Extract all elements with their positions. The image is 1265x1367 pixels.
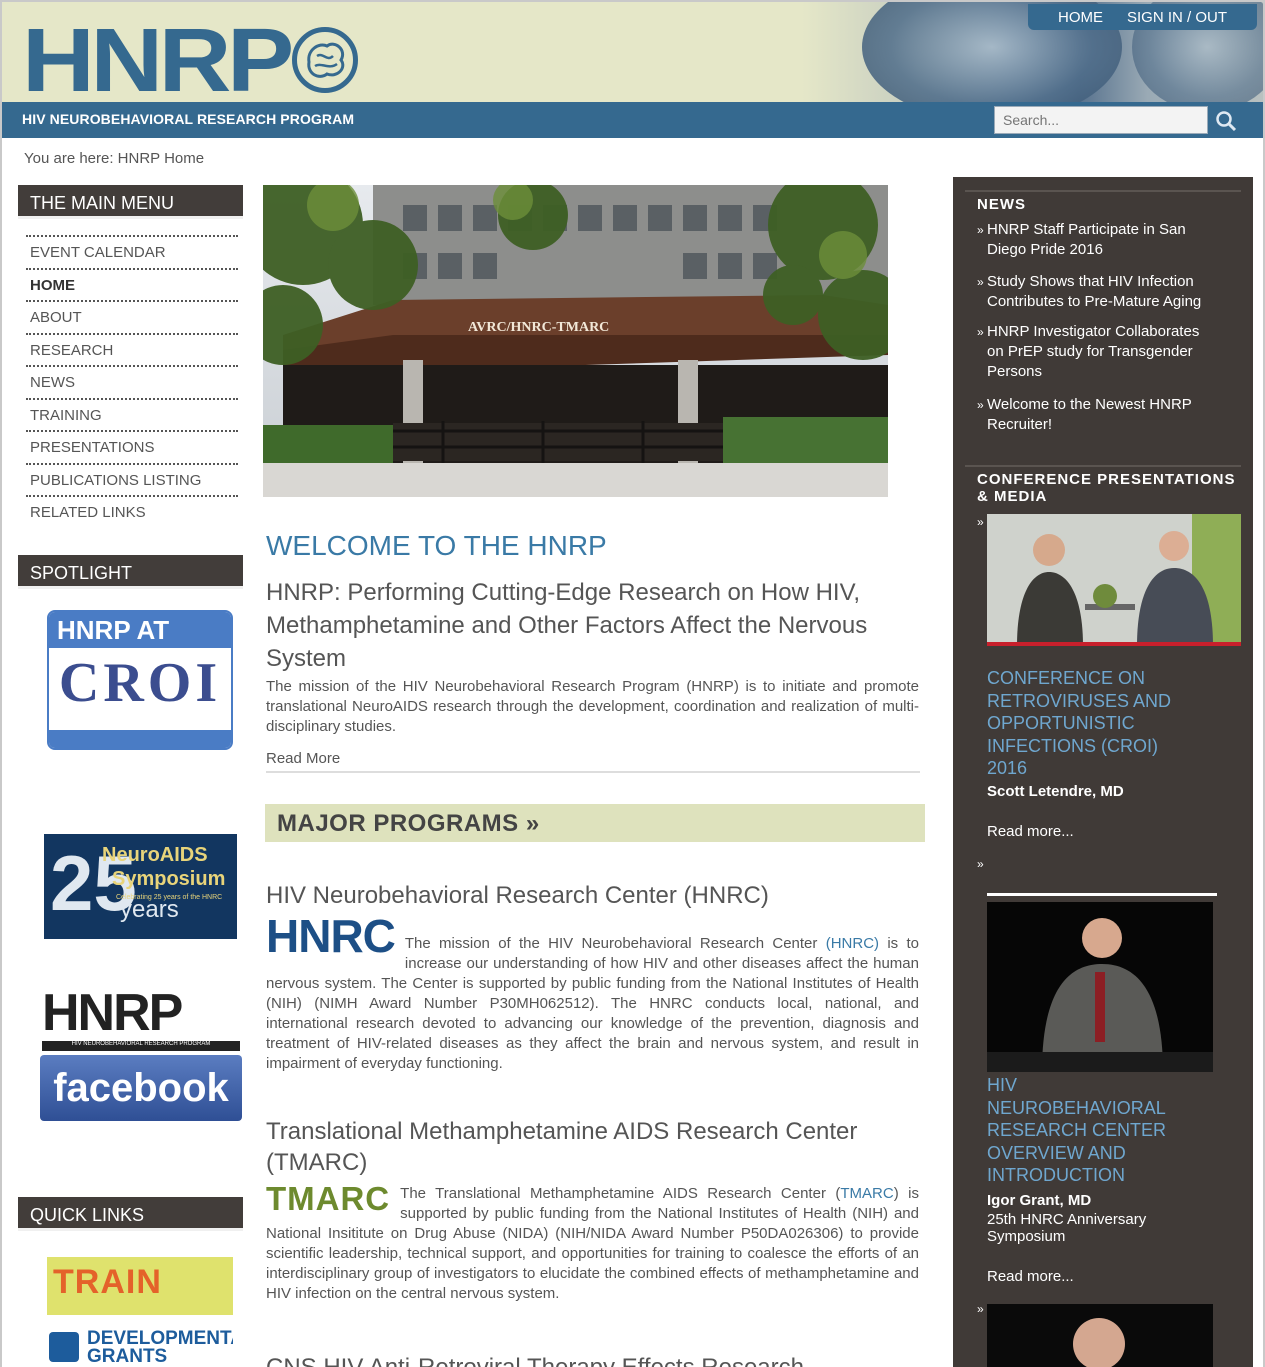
croi-banner-logo: CROI xyxy=(58,652,222,714)
news-item-label[interactable]: Study Shows that HIV Infection Contribut… xyxy=(977,272,1207,312)
cns-section-title[interactable]: CNS HIV Anti-Retroviral Therapy Effects … xyxy=(266,1352,916,1367)
tmarc-section-title[interactable]: Translational Methamphetamine AIDS Resea… xyxy=(266,1116,916,1178)
facebook-logo: facebook xyxy=(40,1055,242,1121)
conference-video-thumbnail[interactable] xyxy=(987,1304,1213,1367)
conference-read-more[interactable]: Read more... xyxy=(987,823,1074,840)
nav-sign-in-out-link[interactable]: SIGN IN / OUT xyxy=(1127,9,1227,26)
menu-item-publications-listing[interactable]: PUBLICATIONS LISTING xyxy=(26,462,238,496)
conference-item-marker: » xyxy=(977,857,984,871)
news-item-label[interactable]: HNRP Staff Participate in San Diego Prid… xyxy=(977,220,1207,260)
news-item-label[interactable]: Welcome to the Newest HNRP Recruiter! xyxy=(977,395,1207,435)
conference-item-marker: » xyxy=(977,515,984,529)
tmarc-text-intro: The Translational Methamphetamine AIDS R… xyxy=(400,1185,841,1202)
mission-statement: The mission of the HIV Neurobehavioral R… xyxy=(266,678,919,735)
news-item[interactable]: » Welcome to the Newest HNRP Recruiter! xyxy=(977,395,1207,435)
conference-item-speaker: Scott Letendre, MD xyxy=(987,783,1124,800)
croi-banner-heading: HNRP AT xyxy=(49,612,231,648)
developmental-grants-quick-link[interactable]: DEVELOPMENTAL GRANTS xyxy=(47,1330,233,1367)
conference-read-more[interactable]: Read more... xyxy=(987,1268,1074,1285)
conference-title: CONFERENCE PRESENTATIONS & MEDIA xyxy=(977,471,1236,505)
read-more-label[interactable]: Read More xyxy=(266,750,340,767)
hnrc-logo[interactable]: HNRC xyxy=(266,913,396,959)
quick-links-title: QUICK LINKS xyxy=(18,1197,243,1231)
main-menu-title: THE MAIN MENU xyxy=(18,185,243,219)
developmental-grants-label: DEVELOPMENTAL GRANTS xyxy=(87,1330,233,1367)
read-more-link: Read More xyxy=(266,750,920,773)
tmarc-logo[interactable]: TMARC xyxy=(266,1182,390,1218)
neuro-title-line2: Symposium xyxy=(112,868,226,890)
breadcrumb: You are here: HNRP Home xyxy=(24,150,205,167)
fb-banner-tagline: HIV NEUROBEHAVIORAL RESEARCH PROGRAM xyxy=(42,1041,240,1051)
grants-icon xyxy=(49,1332,79,1362)
train-quick-link[interactable]: TRAIN xyxy=(47,1257,233,1315)
search-icon[interactable] xyxy=(1215,110,1237,132)
nav-home-link[interactable]: HOME xyxy=(1058,9,1103,26)
news-item-label[interactable]: HNRP Investigator Collaborates on PrEP s… xyxy=(977,322,1207,382)
search-input[interactable] xyxy=(994,106,1208,134)
news-item[interactable]: » HNRP Staff Participate in San Diego Pri… xyxy=(977,220,1207,260)
main-menu: EVENT CALENDAR HOME ABOUT RESEARCH NEWS … xyxy=(26,235,238,528)
menu-item-training[interactable]: TRAINING xyxy=(26,397,238,431)
conference-item-speaker: Igor Grant, MD xyxy=(987,1192,1092,1209)
hnrc-section-title[interactable]: HIV Neurobehavioral Research Center (HNR… xyxy=(266,880,916,911)
site-header: HNRP HOME SIGN IN / OUT xyxy=(2,2,1263,102)
page-subheading: HNRP: Performing Cutting-Edge Research o… xyxy=(266,579,868,672)
conference-item-title[interactable]: HIV NEUROBEHAVIORAL RESEARCH CENTER OVER… xyxy=(987,1074,1187,1187)
menu-item-presentations[interactable]: PRESENTATIONS xyxy=(26,430,238,463)
top-navigation: HOME SIGN IN / OUT xyxy=(1027,4,1257,30)
conference-item-marker: » xyxy=(977,1302,984,1316)
conference-video-thumbnail[interactable] xyxy=(987,514,1241,646)
tmarc-link[interactable]: TMARC xyxy=(840,1185,893,1202)
welcome-heading: WELCOME TO THE HNRP xyxy=(266,530,607,561)
conference-item-note: 25th HNRC Anniversary Symposium xyxy=(987,1211,1147,1245)
news-item[interactable]: » HNRP Investigator Collaborates on PrEP … xyxy=(977,322,1207,382)
hnrc-text-intro: The mission of the HIV Neurobehavioral R… xyxy=(404,935,826,952)
site-tagline: HIV NEUROBEHAVIORAL RESEARCH PROGRAM xyxy=(22,111,355,127)
menu-item-event-calendar[interactable]: EVENT CALENDAR xyxy=(26,235,238,268)
site-logo[interactable]: HNRP xyxy=(22,16,294,102)
menu-item-related-links[interactable]: RELATED LINKS xyxy=(26,495,238,528)
hnrc-overview-video-thumbnail[interactable] xyxy=(987,902,1213,1072)
fb-banner-logo: HNRP xyxy=(42,984,183,1042)
hnrp-at-croi-banner[interactable]: HNRP AT CROI xyxy=(47,610,233,750)
menu-item-research[interactable]: RESEARCH xyxy=(26,332,238,366)
item-divider xyxy=(987,893,1217,896)
hero-sign-text: AVRC/HNRC-TMARC xyxy=(468,320,609,335)
brain-logo-icon xyxy=(292,27,358,93)
tagline-bar: HIV NEUROBEHAVIORAL RESEARCH PROGRAM xyxy=(2,102,1263,138)
neuroaids-symposium-banner[interactable]: 25 NeuroAIDS Symposium Celebrating 25 ye… xyxy=(44,834,237,939)
spotlight-title: SPOTLIGHT xyxy=(18,555,243,589)
conference-item-title[interactable]: CONFERENCE ON RETROVIRUSES AND OPPORTUNI… xyxy=(987,667,1187,780)
menu-item-about[interactable]: ABOUT xyxy=(26,300,238,333)
left-sidebar: THE MAIN MENU EVENT CALENDAR HOME ABOUT … xyxy=(18,185,243,528)
right-sidebar: NEWS » HNRP Staff Participate in San Dieg… xyxy=(953,177,1253,1367)
menu-item-news[interactable]: NEWS xyxy=(26,365,238,398)
hnrc-link[interactable]: (HNRC) xyxy=(826,935,879,952)
hnrc-section: HNRC The mission of the HIV Neurobehavio… xyxy=(266,913,919,1074)
neuro-years: years xyxy=(120,896,179,923)
news-item[interactable]: » Study Shows that HIV Infection Contribu… xyxy=(977,272,1207,312)
neuro-title-line1: NeuroAIDS xyxy=(102,844,208,866)
tmarc-section: TMARC The Translational Methamphetamine … xyxy=(266,1182,919,1304)
hero-building-photo: AVRC/HNRC-TMARC xyxy=(263,185,888,497)
hnrp-facebook-banner[interactable]: HNRP HIV NEUROBEHAVIORAL RESEARCH PROGRA… xyxy=(40,985,242,1125)
menu-item-home[interactable]: HOME xyxy=(26,267,238,301)
major-programs-banner[interactable]: MAJOR PROGRAMS » xyxy=(265,804,925,842)
news-title: NEWS xyxy=(977,196,1026,213)
